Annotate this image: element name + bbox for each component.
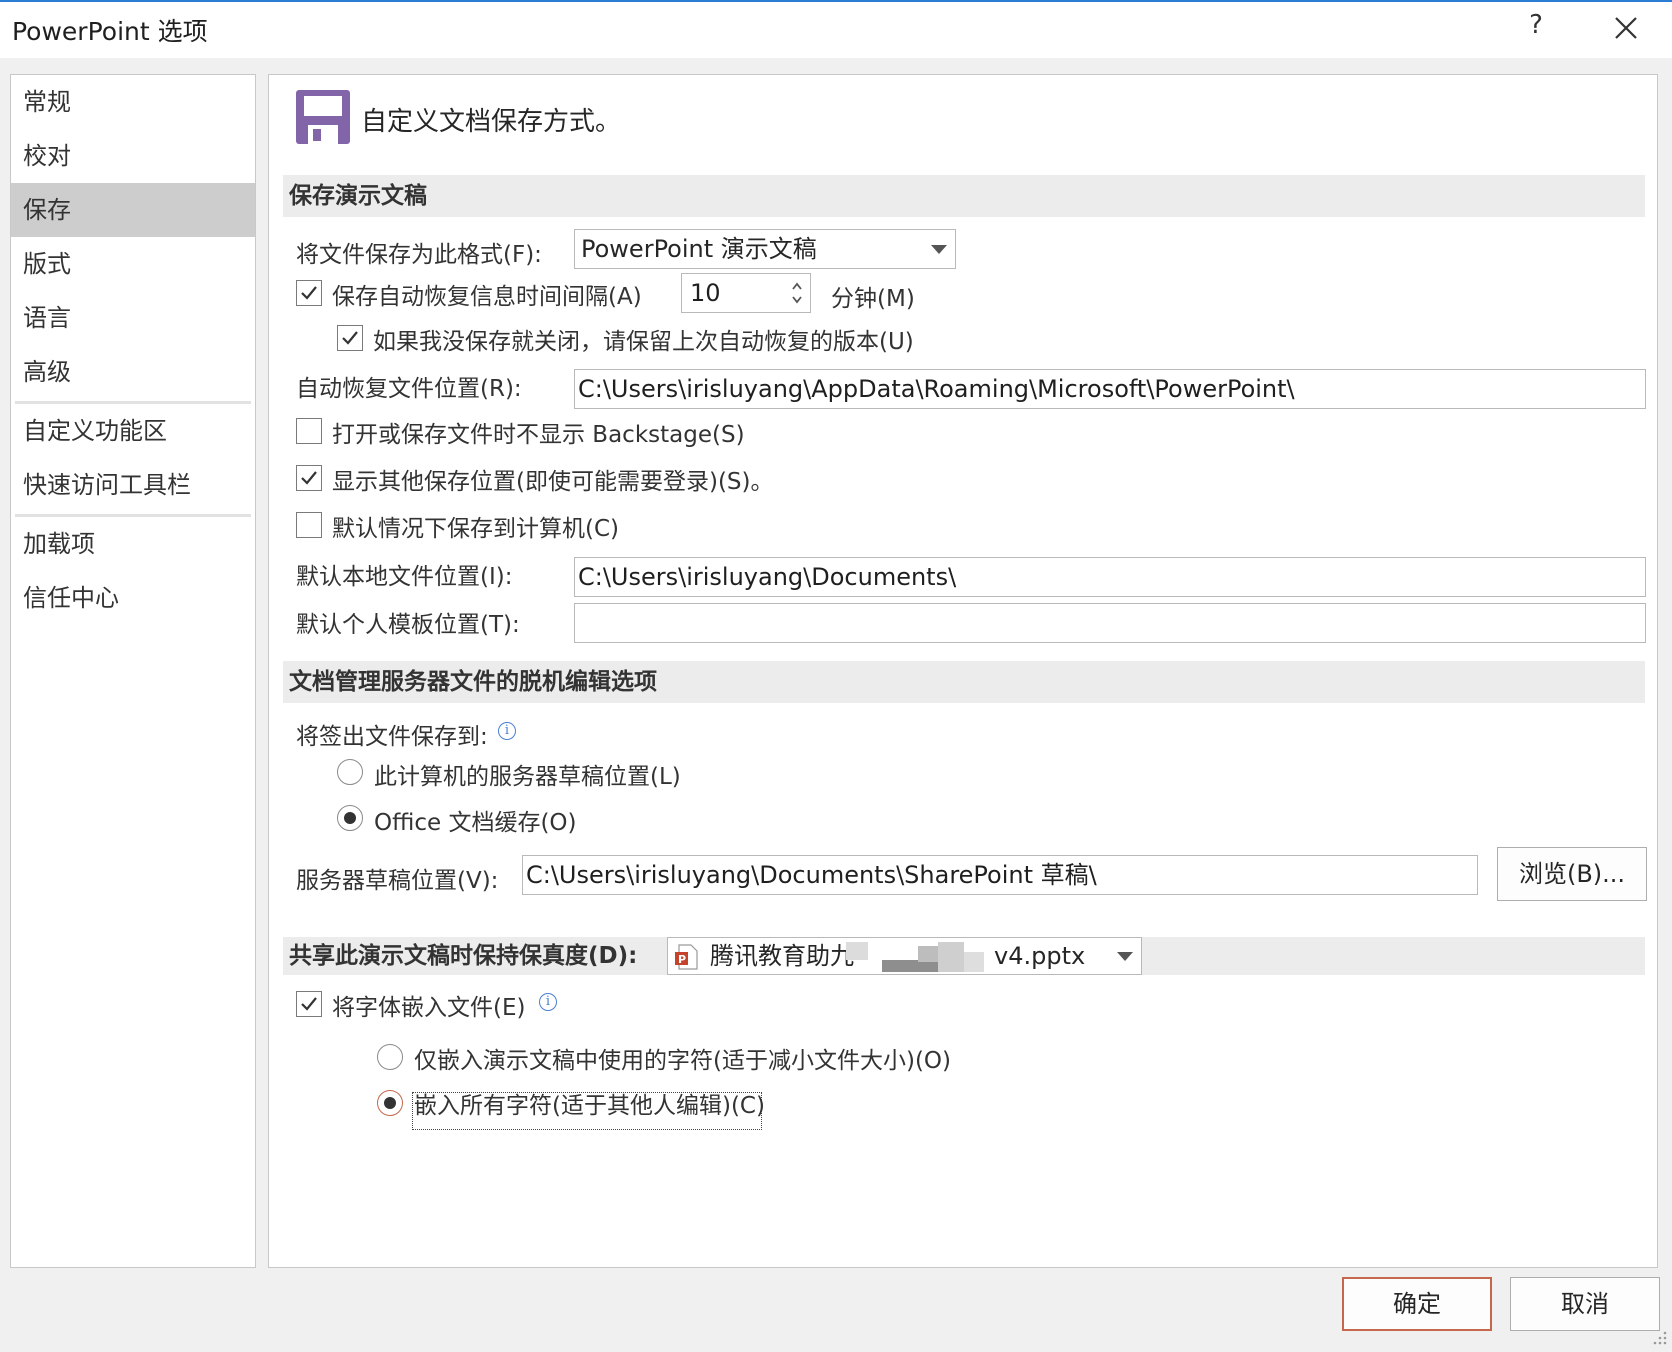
svg-text:P: P bbox=[678, 953, 686, 966]
autorecover-location-label: 自动恢复文件位置(R): bbox=[296, 376, 522, 402]
autorecover-minutes-value: 10 bbox=[690, 279, 721, 307]
save-to-computer-checkbox[interactable] bbox=[296, 512, 322, 538]
powerpoint-file-icon: P bbox=[674, 944, 698, 970]
save-format-dropdown[interactable]: PowerPoint 演示文稿 bbox=[574, 229, 956, 269]
radio-office-cache-label: Office 文档缓存(O) bbox=[374, 810, 577, 836]
fidelity-file-name-start: 腾讯教育助九 bbox=[710, 942, 854, 970]
keep-last-version-checkbox[interactable] bbox=[337, 325, 363, 351]
radio-server-drafts-label: 此计算机的服务器草稿位置(L) bbox=[374, 764, 681, 790]
radio-embed-used-characters-label: 仅嵌入演示文稿中使用的字符(适于减小文件大小)(O) bbox=[414, 1048, 951, 1074]
server-drafts-location-label: 服务器草稿位置(V): bbox=[296, 868, 499, 894]
redacted-block bbox=[846, 942, 868, 960]
nav-item-save[interactable]: 保存 bbox=[11, 183, 255, 237]
save-to-computer-label: 默认情况下保存到计算机(C) bbox=[332, 516, 620, 542]
nav-item-general[interactable]: 常规 bbox=[11, 75, 255, 129]
nav-item-advanced[interactable]: 高级 bbox=[11, 345, 255, 399]
help-button[interactable]: ? bbox=[1524, 10, 1548, 40]
autorecover-checkbox[interactable] bbox=[296, 280, 322, 306]
close-icon[interactable] bbox=[1612, 14, 1640, 42]
minutes-label: 分钟(M) bbox=[831, 286, 915, 312]
resize-grip-icon[interactable] bbox=[1650, 1328, 1668, 1346]
radio-embed-all-characters-label: 嵌入所有字符(适于其他人编辑)(C) bbox=[414, 1093, 765, 1119]
nav-item-quick-access-toolbar[interactable]: 快速访问工具栏 bbox=[11, 458, 255, 512]
section-offline-editing: 文档管理服务器文件的脱机编辑选项 bbox=[283, 661, 1645, 703]
cancel-button[interactable]: 取消 bbox=[1510, 1277, 1660, 1331]
keep-last-version-label: 如果我没保存就关闭，请保留上次自动恢复的版本(U) bbox=[373, 329, 914, 355]
nav-item-layout[interactable]: 版式 bbox=[11, 237, 255, 291]
save-checked-out-label: 将签出文件保存到: bbox=[296, 724, 488, 750]
default-local-location-input[interactable]: C:\Users\irisluyang\Documents\ bbox=[574, 557, 1646, 597]
browse-button[interactable]: 浏览(B)... bbox=[1497, 847, 1647, 901]
nav-item-proofing[interactable]: 校对 bbox=[11, 129, 255, 183]
nav-item-trust-center[interactable]: 信任中心 bbox=[11, 571, 255, 625]
fidelity-file-name-end: v4.pptx bbox=[994, 942, 1086, 970]
autorecover-label: 保存自动恢复信息时间间隔(A) bbox=[332, 284, 642, 310]
embed-fonts-checkbox[interactable] bbox=[296, 991, 322, 1017]
radio-server-drafts[interactable] bbox=[337, 759, 363, 785]
redacted-block bbox=[938, 942, 964, 972]
save-format-label: 将文件保存为此格式(F): bbox=[296, 242, 542, 268]
show-additional-locations-checkbox[interactable] bbox=[296, 465, 322, 491]
redacted-block bbox=[918, 946, 940, 962]
redacted-block bbox=[964, 952, 984, 972]
chevron-down-icon bbox=[931, 245, 947, 254]
section-save-presentations: 保存演示文稿 bbox=[283, 175, 1645, 217]
autorecover-location-input[interactable]: C:\Users\irisluyang\AppData\Roaming\Micr… bbox=[574, 369, 1646, 409]
floppy-disk-icon bbox=[295, 89, 351, 145]
ok-button[interactable]: 确定 bbox=[1342, 1277, 1492, 1331]
radio-office-cache[interactable] bbox=[337, 805, 363, 831]
page-description: 自定义文档保存方式。 bbox=[361, 107, 622, 137]
default-local-location-label: 默认本地文件位置(I): bbox=[296, 564, 513, 590]
info-icon[interactable]: i bbox=[498, 722, 516, 740]
personal-template-location-label: 默认个人模板位置(T): bbox=[296, 612, 520, 638]
server-drafts-location-input[interactable]: C:\Users\irisluyang\Documents\SharePoint… bbox=[522, 855, 1478, 895]
nav-item-add-ins[interactable]: 加载项 bbox=[11, 517, 255, 571]
options-content: 自定义文档保存方式。 保存演示文稿 将文件保存为此格式(F): PowerPoi… bbox=[268, 74, 1658, 1268]
no-backstage-checkbox[interactable] bbox=[296, 418, 322, 444]
title-bar: PowerPoint 选项 ? bbox=[0, 0, 1672, 58]
personal-template-location-input[interactable] bbox=[574, 603, 1646, 643]
radio-embed-all-characters[interactable] bbox=[377, 1090, 403, 1116]
embed-fonts-label: 将字体嵌入文件(E) bbox=[332, 995, 526, 1021]
fidelity-file-dropdown[interactable]: P 腾讯教育助九 v4.pptx bbox=[667, 937, 1142, 975]
no-backstage-label: 打开或保存文件时不显示 Backstage(S) bbox=[332, 422, 745, 448]
save-format-value: PowerPoint 演示文稿 bbox=[581, 235, 817, 263]
nav-item-customize-ribbon[interactable]: 自定义功能区 bbox=[11, 404, 255, 458]
radio-embed-used-characters[interactable] bbox=[377, 1044, 403, 1070]
window-title: PowerPoint 选项 bbox=[12, 17, 208, 46]
nav-item-language[interactable]: 语言 bbox=[11, 291, 255, 345]
show-additional-locations-label: 显示其他保存位置(即使可能需要登录)(S)。 bbox=[332, 469, 774, 495]
spinner-arrows-icon[interactable] bbox=[790, 278, 804, 308]
options-nav: 常规 校对 保存 版式 语言 高级 自定义功能区 快速访问工具栏 加载项 信任中… bbox=[10, 74, 256, 1268]
autorecover-minutes-spinner[interactable]: 10 bbox=[681, 273, 811, 313]
info-icon[interactable]: i bbox=[539, 993, 557, 1011]
chevron-down-icon bbox=[1117, 952, 1133, 961]
